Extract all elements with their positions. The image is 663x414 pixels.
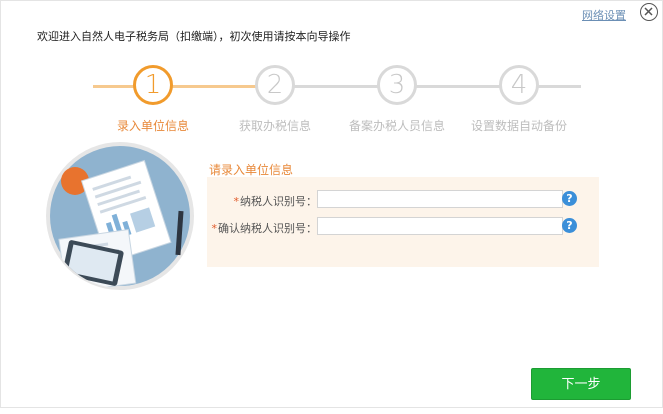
step-number: 2 bbox=[255, 65, 295, 105]
documents-illustration bbox=[46, 142, 194, 290]
welcome-text: 欢迎进入自然人电子税务局（扣缴端），初次使用请按本向导操作 bbox=[37, 30, 351, 43]
taxpayer-id-input[interactable] bbox=[317, 190, 563, 208]
form-title: 请录入单位信息 bbox=[209, 163, 294, 177]
wizard-window: 网络设置 欢迎进入自然人电子税务局（扣缴端），初次使用请按本向导操作 1 录入单… bbox=[0, 0, 663, 408]
next-button[interactable]: 下一步 bbox=[531, 368, 631, 400]
step-4: 4 设置数据自动备份 bbox=[459, 61, 579, 134]
wizard-stepper: 1 录入单位信息 2 获取办税信息 3 备案办税人员信息 4 设置数据自动备份 bbox=[93, 61, 581, 141]
network-settings-link[interactable]: 网络设置 bbox=[582, 7, 626, 23]
required-mark: * bbox=[211, 222, 218, 235]
help-icon[interactable]: ? bbox=[562, 218, 577, 233]
step-label: 录入单位信息 bbox=[116, 119, 189, 133]
close-icon bbox=[644, 7, 653, 16]
confirm-taxpayer-id-label: *确认纳税人识别号： bbox=[212, 220, 318, 236]
form-panel: *纳税人识别号： ? *确认纳税人识别号： ? bbox=[207, 177, 599, 267]
step-label: 设置数据自动备份 bbox=[470, 119, 567, 133]
required-mark: * bbox=[233, 195, 240, 208]
confirm-taxpayer-id-label-text: 确认纳税人识别号： bbox=[218, 222, 317, 235]
step-2: 2 获取办税信息 bbox=[215, 61, 335, 134]
step-label: 获取办税信息 bbox=[238, 119, 311, 133]
confirm-taxpayer-id-row: *确认纳税人识别号： ? bbox=[207, 217, 599, 237]
step-3: 3 备案办税人员信息 bbox=[337, 61, 457, 134]
step-number: 4 bbox=[499, 65, 539, 105]
confirm-taxpayer-id-input[interactable] bbox=[317, 217, 563, 235]
step-label: 备案办税人员信息 bbox=[348, 119, 445, 133]
step-1: 1 录入单位信息 bbox=[93, 61, 213, 134]
taxpayer-id-label: *纳税人识别号： bbox=[234, 193, 318, 209]
step-number: 1 bbox=[133, 65, 173, 105]
step-number: 3 bbox=[377, 65, 417, 105]
taxpayer-id-row: *纳税人识别号： ? bbox=[207, 190, 599, 210]
close-button[interactable] bbox=[640, 3, 658, 21]
taxpayer-id-label-text: 纳税人识别号： bbox=[240, 195, 317, 208]
help-icon[interactable]: ? bbox=[562, 191, 577, 206]
